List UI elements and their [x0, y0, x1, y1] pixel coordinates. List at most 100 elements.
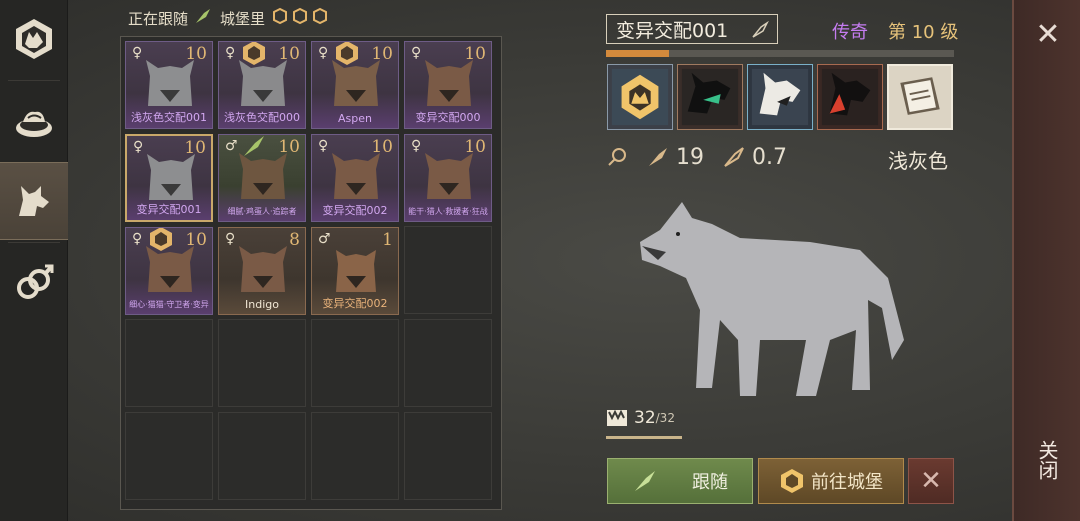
speed-value: 0.7 — [752, 144, 787, 170]
wolf-name: Aspen — [338, 112, 372, 125]
nav-food-button[interactable] — [0, 82, 68, 160]
detail-name: 变异交配001 — [616, 19, 729, 42]
wolf-grid: ♀ 10 浅灰色交配001 ♀ 10 浅灰色交配000 ♀ 10 Aspen ♀… — [120, 36, 502, 510]
attack-stat: 19 — [646, 145, 704, 170]
wolf-name: 变异交配002 — [322, 297, 388, 310]
wolf-name: 浅灰色交配000 — [224, 111, 300, 124]
go-to-castle-button[interactable]: 前往城堡 — [758, 458, 904, 504]
castle-slots-icon — [271, 7, 329, 29]
wolf-slot[interactable]: ♀ 10 变异交配002 — [311, 134, 399, 222]
x-icon: ✕ — [920, 466, 942, 496]
follow-button-label: 跟随 — [692, 472, 728, 493]
stat-row: 19 0.7 — [606, 142, 805, 172]
gender-stat — [606, 146, 628, 168]
close-icon[interactable]: ✕ — [1032, 20, 1064, 52]
empty-slot — [311, 319, 399, 407]
wolf-slot[interactable]: ♀ 10 浅灰色交配000 — [218, 41, 306, 129]
castle-label: 城堡里 — [220, 9, 266, 28]
wolf-slot[interactable]: ♀ 10 细心·猫猫·守卫者·变异 — [125, 227, 213, 315]
wolf-name: 变异交配001 — [136, 203, 202, 216]
following-label: 正在跟随 — [128, 9, 189, 28]
empty-slot — [404, 412, 492, 500]
wolf-name: 细心·猫猫·守卫者·变异 — [129, 300, 209, 309]
white-wolf-ability-icon — [751, 68, 809, 126]
speed-stat: 0.7 — [722, 145, 787, 170]
left-nav — [0, 0, 68, 521]
wolf-slot[interactable]: ♀ 10 浅灰色交配001 — [125, 41, 213, 129]
hp-bar — [606, 436, 682, 439]
hp-max: /32 — [655, 411, 675, 425]
wolf-slot[interactable]: ♀ 8 Indigo — [218, 227, 306, 315]
wolf-name: 细腻·鸡蛋人·追踪者 — [227, 207, 297, 216]
hp-value: 32 — [634, 408, 656, 428]
empty-slot — [404, 319, 492, 407]
wolf-slot[interactable]: ♀ 10 Aspen — [311, 41, 399, 129]
edit-quill-icon[interactable] — [751, 20, 769, 44]
castle-badge-icon — [150, 228, 172, 251]
wolf-icon — [19, 186, 49, 216]
wolf-portrait-icon — [336, 250, 376, 292]
wolf-portrait-icon — [425, 60, 473, 106]
wolf-slot[interactable]: ♂ 1 变异交配002 — [311, 227, 399, 315]
ability-red-slot[interactable] — [817, 64, 883, 130]
hp-display: 32 /32 — [606, 408, 675, 428]
castle-button-label: 前往城堡 — [811, 472, 883, 493]
green-wolf-ability-icon — [681, 68, 739, 126]
wolf-name-field[interactable]: 变异交配001 — [606, 14, 778, 44]
wolf-crest-icon — [16, 19, 52, 59]
ability-white-slot[interactable] — [747, 64, 813, 130]
castle-badge-icon — [243, 42, 265, 65]
empty-slot — [218, 412, 306, 500]
empty-slot — [311, 412, 399, 500]
xp-bar-fill — [606, 50, 669, 57]
grid-header: 正在跟随 城堡里 — [128, 7, 337, 29]
castle-badge-icon — [336, 42, 358, 65]
ability-castle-slot[interactable] — [607, 64, 673, 130]
ability-green-slot[interactable] — [677, 64, 743, 130]
wolf-slot[interactable]: ♂ 10 细腻·鸡蛋人·追踪者 — [218, 134, 306, 222]
follow-button[interactable]: 跟随 — [607, 458, 753, 504]
empty-slot — [218, 319, 306, 407]
attack-value: 19 — [676, 144, 704, 170]
castle-ability-icon — [611, 68, 669, 126]
empty-slot — [125, 412, 213, 500]
wolf-name: 浅灰色交配001 — [131, 111, 207, 124]
follow-badge-icon — [244, 136, 264, 156]
level-label: 第 10 级 — [888, 22, 959, 43]
attack-quill-icon — [649, 148, 667, 166]
wolf-portrait-icon — [147, 154, 195, 200]
wolf-portrait-icon — [332, 153, 380, 199]
speed-feather-icon — [724, 147, 744, 167]
empty-slot — [404, 226, 492, 314]
nav-mating-button[interactable] — [0, 244, 68, 322]
xp-bar — [606, 50, 954, 57]
wolf-portrait-icon — [146, 60, 194, 106]
wolf-model-image — [640, 202, 904, 396]
follow-quill-icon — [635, 471, 655, 491]
wolf-name: 能干·猎人·救援者·狂战 — [408, 207, 488, 216]
follow-quill-icon — [194, 7, 212, 29]
wolf-slot-selected[interactable]: ♀ 10 变异交配001 — [125, 134, 213, 222]
nav-pack-button[interactable] — [0, 0, 68, 78]
wolf-name: 变异交配002 — [322, 204, 388, 217]
wolf-slot[interactable]: ♀ 10 变异交配000 — [404, 41, 492, 129]
female-icon — [608, 148, 626, 166]
close-button[interactable]: 关闭 — [1034, 440, 1062, 480]
book-icon — [889, 66, 951, 128]
dismiss-button[interactable]: ✕ — [908, 458, 954, 504]
wolf-name: 变异交配000 — [415, 111, 481, 124]
right-close-bar: ✕ 关闭 — [1012, 0, 1080, 521]
ability-book-slot[interactable] — [887, 64, 953, 130]
teeth-icon — [607, 409, 627, 426]
wolf-portrait-icon — [425, 153, 473, 199]
wolf-slot[interactable]: ♀ 10 能干·猎人·救援者·狂战 — [404, 134, 492, 222]
empty-slot — [125, 319, 213, 407]
wolf-name: Indigo — [245, 298, 279, 311]
castle-icon — [781, 469, 803, 493]
rarity-label: 传奇 — [832, 22, 868, 43]
wolf-portrait-icon — [239, 246, 287, 292]
coat-color-label: 浅灰色 — [888, 149, 948, 173]
red-wolf-ability-icon — [821, 68, 879, 126]
food-icon — [16, 111, 52, 137]
nav-wolves-button[interactable] — [0, 162, 68, 240]
